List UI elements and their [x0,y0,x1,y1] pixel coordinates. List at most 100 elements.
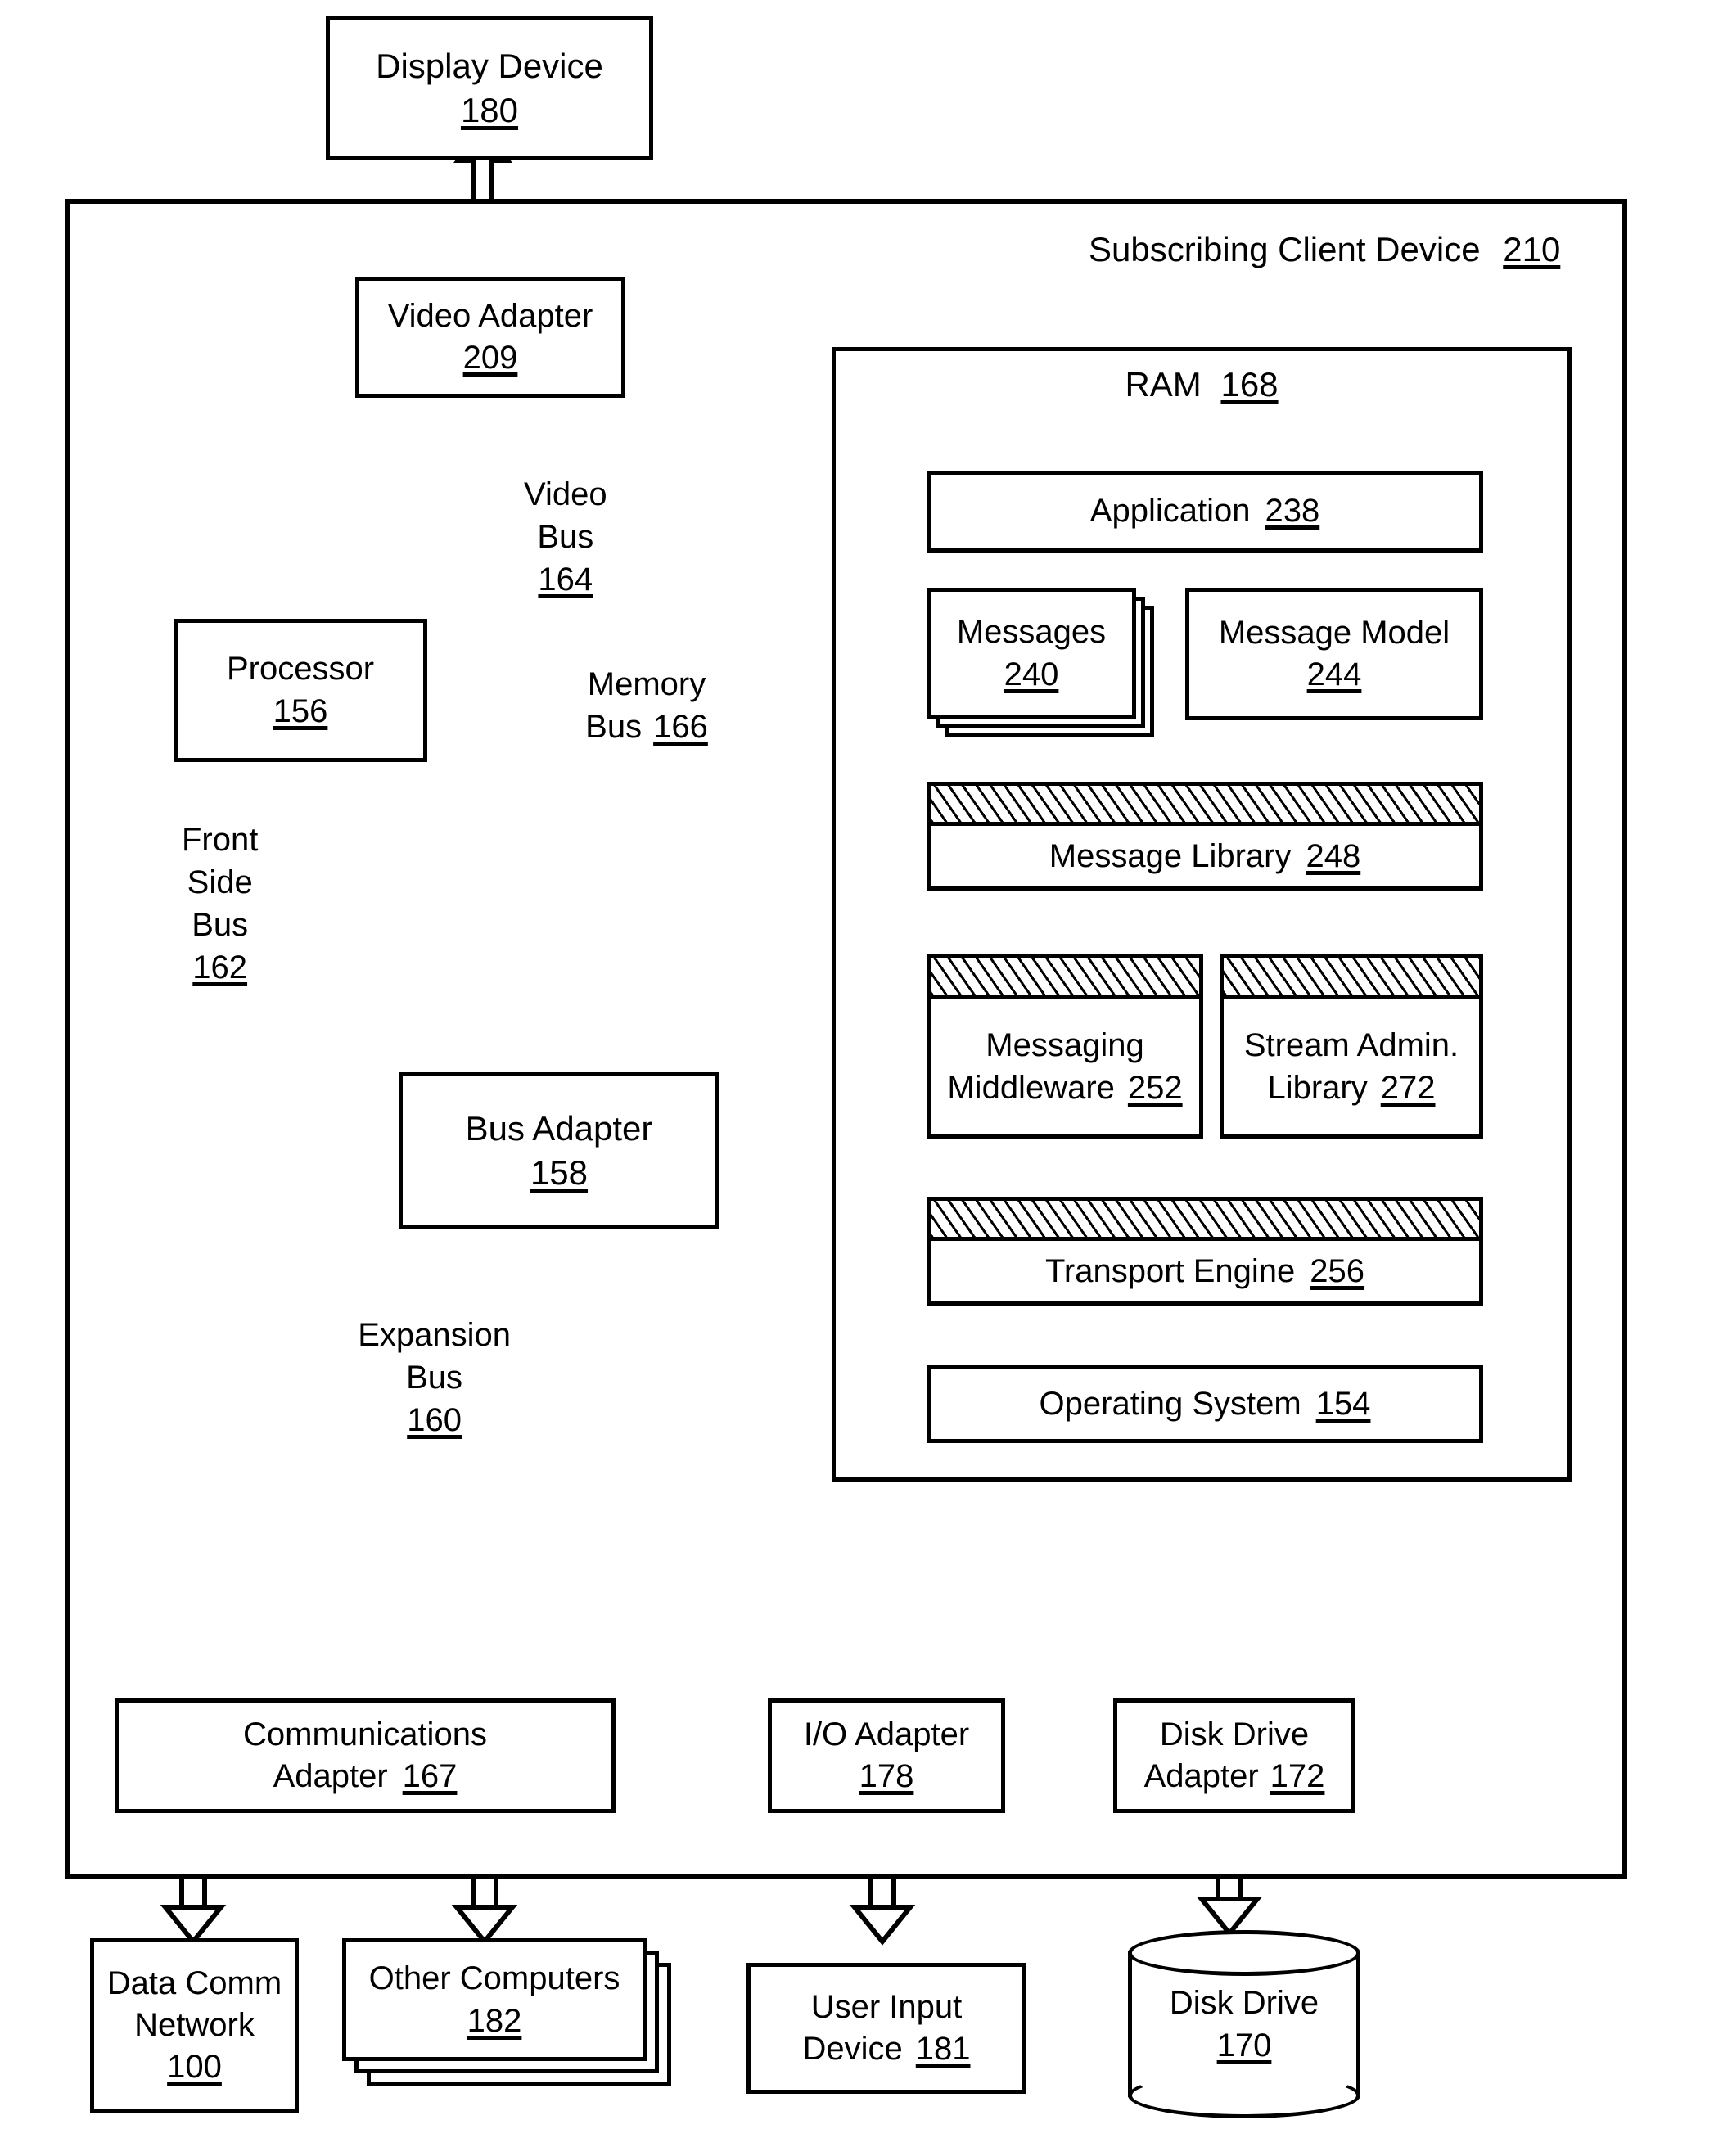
container-title-text: Subscribing Client Device [1089,230,1481,268]
user-input-device-label-line1: User Input [810,1988,963,2025]
transport-engine-ref: 256 [1310,1253,1365,1289]
front-side-bus-line3: Bus [192,907,249,943]
messaging-middleware-body: Messaging Middleware 252 [931,999,1199,1134]
expansion-bus-label: Expansion Bus 160 [358,1314,511,1441]
operating-system-box[interactable]: Operating System 154 [927,1365,1483,1443]
stream-admin-library-body: Stream Admin. Library 272 [1224,999,1479,1134]
stream-admin-library-line2-wrap: Library 272 [1267,1067,1435,1109]
transport-engine-label: Transport Engine [1044,1253,1296,1289]
bus-adapter-box[interactable]: Bus Adapter 158 [399,1072,719,1229]
communications-adapter-label-line1: Communications [243,1716,487,1752]
bus-adapter-ref: 158 [530,1153,589,1192]
display-device-ref: 180 [460,90,519,129]
message-library-ref: 248 [1306,838,1361,874]
user-input-device-box[interactable]: User Input Device 181 [746,1963,1026,2094]
front-side-bus-line1: Front [182,822,259,858]
message-library-hatch-band [931,786,1479,826]
message-model-label: Message Model [1218,614,1450,651]
disk-drive-cylinder[interactable]: Disk Drive 170 [1128,1930,1360,2118]
memory-bus-label: Memory Bus 166 [585,663,708,748]
ram-ref: 168 [1220,365,1279,404]
application-box[interactable]: Application 238 [927,471,1483,553]
front-side-bus-line2: Side [187,864,253,900]
other-computers-label: Other Computers [368,1960,620,1996]
messaging-middleware-line2-wrap: Middleware 252 [947,1067,1182,1109]
messages-label: Messages [956,614,1107,650]
messaging-middleware-label-line2: Middleware [947,1070,1115,1106]
message-model-ref: 244 [1306,656,1362,692]
video-bus-line1: Video [524,476,607,512]
other-computers-stack[interactable]: Other Computers 182 [342,1938,694,2114]
expansion-bus-line2: Bus [406,1360,463,1396]
transport-engine-body: Transport Engine 256 [931,1241,1479,1301]
communications-adapter-box[interactable]: Communications Adapter 167 [115,1698,616,1813]
messaging-middleware-hatch-band [931,958,1199,999]
operating-system-ref: 154 [1315,1385,1371,1422]
video-adapter-ref: 209 [462,340,518,376]
data-comm-network-label-line1: Data Comm [106,1964,282,2001]
video-adapter-box[interactable]: Video Adapter 209 [355,277,625,398]
messaging-middleware-label-line1: Messaging [986,1027,1144,1063]
communications-adapter-label-line2: Adapter [273,1758,388,1794]
disk-drive-adapter-line2-wrap: Adapter 172 [1144,1756,1325,1797]
disk-drive-text: Disk Drive 170 [1128,1982,1360,2067]
stream-admin-library-box[interactable]: Stream Admin. Library 272 [1220,954,1483,1139]
stream-admin-library-ref: 272 [1380,1070,1436,1106]
video-bus-ref: 164 [538,562,593,598]
communications-adapter-ref: 167 [402,1758,458,1794]
memory-bus-ref: 166 [653,709,708,745]
video-bus-label: Video Bus 164 [524,473,607,601]
disk-drive-cylinder-bottom [1128,2073,1360,2118]
memory-bus-line2: Bus [585,709,643,745]
display-device-box[interactable]: Display Device 180 [326,16,653,160]
application-ref: 238 [1265,493,1320,530]
communications-adapter-line2-wrap: Adapter 167 [273,1756,458,1797]
transport-engine-hatch-band [931,1201,1479,1241]
user-input-device-label-line2: Device [802,2031,903,2067]
processor-box[interactable]: Processor 156 [174,619,427,762]
application-label: Application [1089,493,1251,530]
io-adapter-ref: 178 [859,1758,914,1794]
user-input-device-ref: 181 [915,2031,971,2067]
disk-drive-label: Disk Drive [1169,1985,1319,2021]
messaging-middleware-ref: 252 [1127,1070,1183,1106]
stream-admin-library-label-line2: Library [1267,1070,1368,1106]
expansion-bus-line1: Expansion [358,1317,511,1353]
video-adapter-label: Video Adapter [387,297,593,334]
data-comm-network-label-line2: Network [134,2006,255,2043]
stream-admin-library-hatch-band [1224,958,1479,999]
memory-bus-line1: Memory [587,666,706,702]
messaging-middleware-box[interactable]: Messaging Middleware 252 [927,954,1203,1139]
display-device-label: Display Device [376,46,603,85]
io-adapter-box[interactable]: I/O Adapter 178 [768,1698,1005,1813]
disk-drive-cylinder-top [1128,1930,1360,1976]
message-model-box[interactable]: Message Model 244 [1185,588,1483,720]
disk-drive-ref: 170 [1216,2027,1272,2064]
other-computers-ref: 182 [467,2003,522,2039]
message-library-body: Message Library 248 [931,826,1479,886]
io-adapter-label: I/O Adapter [803,1716,970,1752]
subscribing-client-device-title: Subscribing Client Device 210 [1089,228,1560,273]
messages-ref: 240 [1004,656,1059,692]
data-comm-network-ref: 100 [167,2049,222,2086]
front-side-bus-ref: 162 [192,949,248,986]
messages-stack[interactable]: Messages 240 [927,588,1164,743]
processor-ref: 156 [273,692,328,729]
other-computers-sheet-front: Other Computers 182 [342,1938,647,2061]
bus-adapter-label: Bus Adapter [465,1109,653,1148]
disk-drive-adapter-label-line1: Disk Drive [1159,1716,1310,1752]
user-input-device-line2-wrap: Device 181 [802,2028,970,2070]
message-library-box[interactable]: Message Library 248 [927,782,1483,891]
figure-canvas: Subscribing Client Device 210 Display De… [0,0,1732,2156]
disk-drive-adapter-box[interactable]: Disk Drive Adapter 172 [1113,1698,1355,1813]
data-comm-network-box[interactable]: Data Comm Network 100 [90,1938,299,2113]
front-side-bus-label: Front Side Bus 162 [182,819,258,989]
transport-engine-box[interactable]: Transport Engine 256 [927,1197,1483,1306]
disk-drive-adapter-ref: 172 [1270,1758,1325,1794]
container-title-ref: 210 [1503,230,1561,268]
stream-admin-library-label-line1: Stream Admin. [1243,1027,1459,1063]
message-library-label: Message Library [1049,838,1292,874]
video-bus-line2: Bus [537,519,594,555]
expansion-bus-ref: 160 [407,1402,462,1438]
operating-system-label: Operating System [1039,1385,1301,1422]
